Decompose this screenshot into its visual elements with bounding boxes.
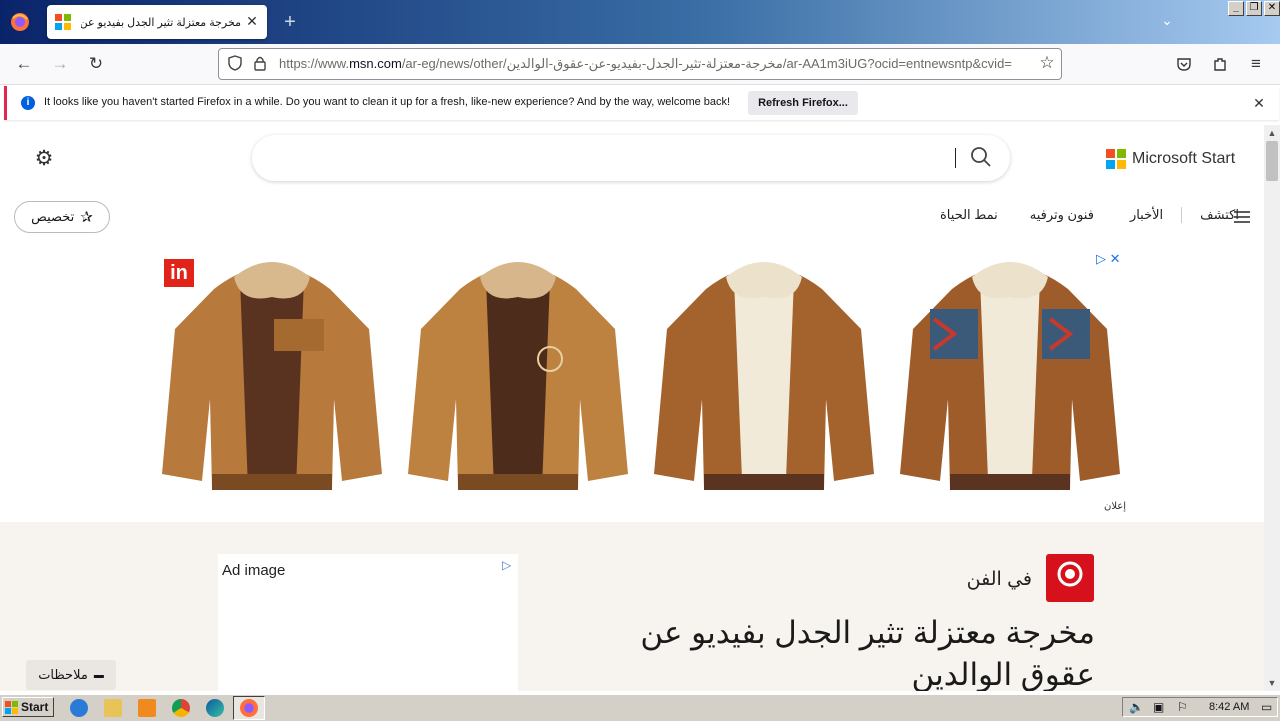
msn-favicon-icon — [55, 14, 71, 30]
taskbar: Start 🔈 ▣ ⚐ 8:42 AM ▭ — [0, 694, 1280, 721]
chrome-icon[interactable] — [172, 699, 190, 717]
search-box[interactable] — [252, 135, 1010, 181]
window-controls: _ ❐ ✕ — [1228, 1, 1280, 16]
msn-nav: اكتشف الأخبار فنون وترفيه نمط الحياة — [940, 207, 1239, 223]
ad-product-image[interactable] — [646, 249, 882, 497]
media-player-icon[interactable] — [138, 699, 156, 717]
start-button[interactable]: Start — [2, 697, 54, 717]
navigation-toolbar: ← → ↻ https://www.msn.com/ar-eg/news/oth… — [0, 44, 1280, 85]
microsoft-logo-icon — [1106, 149, 1126, 169]
show-desktop-icon[interactable]: ▭ — [1261, 700, 1272, 714]
forward-arrow-icon[interactable]: → — [46, 50, 74, 78]
article-section: Ad image ▷ في الفن مخرجة معتزلة تثير الج… — [0, 522, 1264, 691]
new-tab-icon[interactable]: + — [280, 12, 300, 32]
network-icon[interactable]: ▣ — [1153, 700, 1164, 714]
minimize-button[interactable]: _ — [1228, 1, 1244, 16]
ad-banner[interactable]: in ▷ ✕ إعلان — [154, 245, 1128, 517]
feedback-button[interactable]: ملاحظات ▬ — [26, 660, 116, 690]
notification-bar: i It looks like you haven't started Fire… — [4, 86, 1279, 120]
publisher-name[interactable]: في الفن — [900, 568, 1032, 591]
firefox-icon — [240, 699, 258, 717]
tab-title: مخرجة معتزلة تثير الجدل بفيديو عن — [81, 17, 241, 29]
nav-divider — [1181, 207, 1183, 223]
shield-icon[interactable] — [227, 55, 243, 71]
internet-explorer-icon[interactable] — [70, 699, 88, 717]
feedback-icon: ▬ — [93, 669, 104, 681]
flag-icon[interactable]: ⚐ — [1177, 700, 1188, 714]
close-window-button[interactable]: ✕ — [1264, 1, 1280, 16]
adchoices-icon[interactable]: ▷ ✕ — [1096, 251, 1121, 267]
feedback-label: ملاحظات — [38, 667, 88, 682]
ad-product-image[interactable] — [892, 249, 1128, 497]
search-icon[interactable] — [970, 146, 992, 168]
star-edit-icon: ✰ — [80, 209, 93, 226]
start-label: Start — [21, 700, 49, 714]
url-bar[interactable]: https://www.msn.com/ar-eg/news/other/مخر… — [218, 48, 1062, 80]
customize-label: تخصيص — [31, 209, 75, 224]
nav-link-entertainment[interactable]: فنون وترفيه — [998, 207, 1094, 223]
gear-icon[interactable]: ⚙ — [32, 147, 56, 171]
url-text[interactable]: https://www.msn.com/ar-eg/news/other/مخر… — [279, 56, 1029, 72]
folder-icon[interactable] — [104, 699, 122, 717]
clock[interactable]: 8:42 AM — [1209, 701, 1249, 713]
extensions-icon[interactable] — [1206, 50, 1234, 78]
scrollbar-thumb[interactable] — [1266, 141, 1278, 181]
microsoft-start-logo[interactable]: Microsoft Start — [1106, 149, 1235, 169]
logo-text: Microsoft Start — [1132, 150, 1236, 167]
page-content: ⚙ Microsoft Start تخصيص ✰ اكتشف الأخبار … — [0, 125, 1264, 691]
tab-bar: مخرجة معتزلة تثير الجدل بفيديو عن ✕ + ⌄ … — [0, 0, 1280, 44]
close-notification-icon[interactable]: ✕ — [1251, 95, 1267, 111]
nav-link-lifestyle[interactable]: نمط الحياة — [940, 207, 998, 223]
scroll-up-icon[interactable]: ▲ — [1264, 125, 1280, 141]
page-scrollbar[interactable]: ▲ ▼ — [1264, 125, 1280, 691]
pocket-icon[interactable] — [1170, 50, 1198, 78]
refresh-firefox-button[interactable]: Refresh Firefox... — [748, 91, 858, 115]
nav-link-news[interactable]: الأخبار — [1094, 207, 1163, 223]
restore-button[interactable]: ❐ — [1246, 1, 1262, 16]
edge-icon[interactable] — [206, 699, 224, 717]
ad-image-box[interactable]: Ad image ▷ — [218, 554, 518, 691]
nav-link-discover[interactable]: اكتشف — [1182, 207, 1239, 223]
ad-badge: in — [164, 259, 194, 287]
menu-icon[interactable] — [1232, 209, 1252, 225]
customize-button[interactable]: تخصيص ✰ — [14, 201, 110, 233]
ad-label: إعلان — [1104, 501, 1127, 512]
bookmark-star-icon[interactable]: ☆ — [1037, 53, 1057, 73]
close-tab-icon[interactable]: ✕ — [244, 13, 260, 29]
article-headline: مخرجة معتزلة تثير الجدل بفيديو عن عقوق ا… — [640, 615, 1095, 691]
hamburger-menu-icon[interactable]: ≡ — [1242, 50, 1270, 78]
firefox-icon[interactable] — [8, 10, 32, 34]
system-tray: 🔈 ▣ ⚐ 8:42 AM ▭ — [1122, 697, 1278, 717]
ad-image-label: Ad image — [222, 562, 286, 579]
lock-icon[interactable] — [253, 55, 267, 71]
taskbar-firefox-button[interactable] — [233, 696, 265, 720]
search-cursor — [955, 148, 956, 168]
chevron-down-icon[interactable]: ⌄ — [1158, 12, 1176, 30]
adchoices-icon[interactable]: ▷ — [502, 558, 511, 572]
windows-logo-icon — [5, 700, 18, 714]
tab-active[interactable]: مخرجة معتزلة تثير الجدل بفيديو عن ✕ — [47, 5, 267, 39]
publisher-logo[interactable] — [1046, 554, 1094, 602]
notification-text: It looks like you haven't started Firefo… — [44, 96, 731, 108]
back-arrow-icon[interactable]: ← — [10, 50, 38, 78]
ad-product-image[interactable] — [400, 249, 636, 497]
volume-icon[interactable]: 🔈 — [1129, 700, 1144, 714]
info-icon: i — [21, 96, 35, 110]
reload-icon[interactable]: ↻ — [82, 50, 110, 78]
scroll-down-icon[interactable]: ▼ — [1264, 675, 1280, 691]
